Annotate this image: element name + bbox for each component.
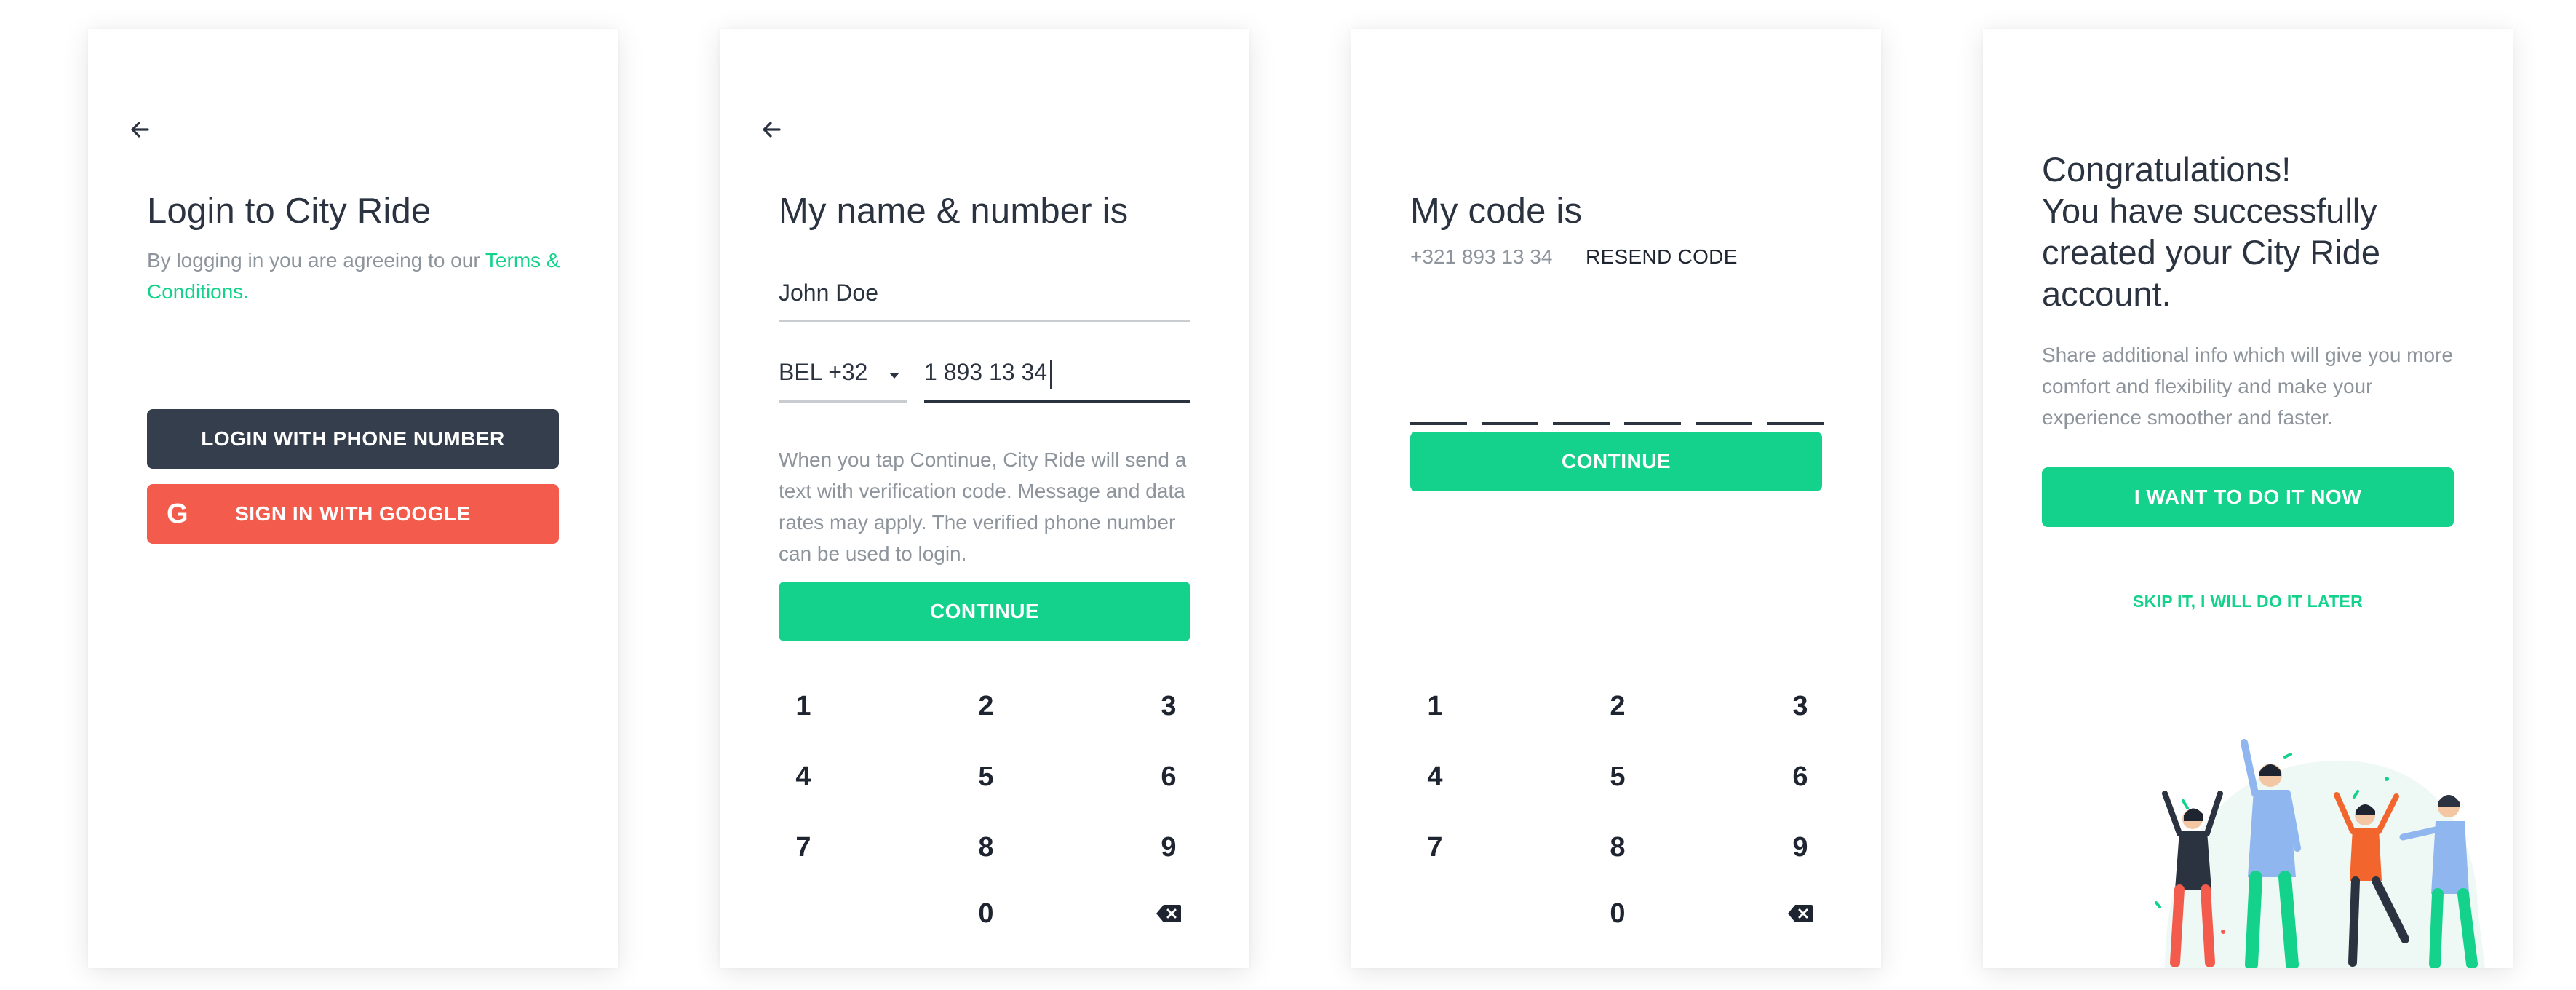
key-6[interactable]: 6 [1125,751,1212,802]
key-2[interactable]: 2 [942,681,1030,732]
back-arrow-icon[interactable] [758,115,787,144]
key-4[interactable]: 4 [760,751,847,802]
verification-info: When you tap Continue, City Ride will se… [779,448,1187,565]
page-title: Login to City Ride [147,191,432,231]
page-title: My code is [1410,191,1583,231]
continue-label: CONTINUE [929,600,1040,622]
country-code-value: BEL +32 [779,359,868,385]
success-title: Congratulations! You have successfully c… [2042,148,2478,314]
continue-button[interactable]: CONTINUE [779,582,1190,641]
do-it-now-label: I WANT TO DO IT NOW [2134,486,2362,508]
skip-link[interactable]: SKIP IT, I WILL DO IT LATER [2042,592,2454,611]
key-2[interactable]: 2 [1574,681,1661,732]
success-title-line: You have successfully [2042,191,2377,230]
code-digit-slot [1482,422,1538,425]
country-code-underline [779,400,907,403]
key-0[interactable]: 0 [1574,888,1661,939]
text-cursor [1050,359,1053,389]
key-8[interactable]: 8 [942,822,1030,873]
continue-button[interactable]: CONTINUE [1410,432,1822,491]
phone-number-value: 1 893 13 34 [924,359,1048,385]
phone-number-input: 1 893 13 34 [924,359,1053,389]
account-created-screen: Congratulations! You have successfully c… [1983,29,2513,968]
key-5[interactable]: 5 [1574,751,1661,802]
backspace-icon[interactable] [1757,888,1844,939]
code-digit-slot [1410,422,1467,425]
code-digit-slot [1553,422,1610,425]
key-8[interactable]: 8 [1574,822,1661,873]
login-with-phone-button[interactable]: LOGIN WITH PHONE NUMBER [147,409,559,469]
success-subtitle: Share additional info which will give yo… [2042,344,2453,429]
google-icon: G [166,499,189,529]
continue-label: CONTINUE [1561,450,1671,472]
key-9[interactable]: 9 [1125,822,1212,873]
login-screen: Login to City Ride By logging in you are… [88,29,618,968]
key-7[interactable]: 7 [1391,822,1479,873]
sign-in-with-google-label: SIGN IN WITH GOOGLE [235,502,471,525]
name-number-screen: My name & number is John Doe BEL +32 1 8… [720,29,1249,968]
back-arrow-icon[interactable] [126,115,155,144]
key-3[interactable]: 3 [1757,681,1844,732]
sign-in-with-google-button[interactable]: G SIGN IN WITH GOOGLE [147,484,559,544]
phone-number-underline [924,400,1190,403]
page-title: My name & number is [779,191,1129,231]
resend-code-link[interactable]: RESEND CODE [1586,245,1738,269]
key-3[interactable]: 3 [1125,681,1212,732]
login-with-phone-label: LOGIN WITH PHONE NUMBER [201,427,505,450]
key-7[interactable]: 7 [760,822,847,873]
key-1[interactable]: 1 [1391,681,1479,732]
code-digit-slot [1767,422,1824,425]
terms-notice: By logging in you are agreeing to our Te… [147,245,562,307]
key-1[interactable]: 1 [760,681,847,732]
code-digit-slot [1624,422,1681,425]
success-title-line: created your City Ride [2042,233,2380,272]
key-6[interactable]: 6 [1757,751,1844,802]
key-0[interactable]: 0 [942,888,1030,939]
caret-down-icon [887,360,902,393]
celebrating-people-illustration [2155,739,2485,968]
key-5[interactable]: 5 [942,751,1030,802]
code-digit-slot [1696,422,1752,425]
backspace-icon[interactable] [1125,888,1212,939]
do-it-now-button[interactable]: I WANT TO DO IT NOW [2042,467,2454,527]
entered-phone-number: +321 893 13 34 [1410,245,1553,268]
key-9[interactable]: 9 [1757,822,1844,873]
success-title-line: Congratulations! [2042,150,2291,189]
key-4[interactable]: 4 [1391,751,1479,802]
verification-code-screen: My code is +321 893 13 34 RESEND CODE CO… [1351,29,1881,968]
success-title-line: account. [2042,274,2171,313]
name-field-underline [779,320,1190,322]
terms-notice-text: By logging in you are agreeing to our [147,249,485,272]
name-field-value: John Doe [779,280,878,306]
